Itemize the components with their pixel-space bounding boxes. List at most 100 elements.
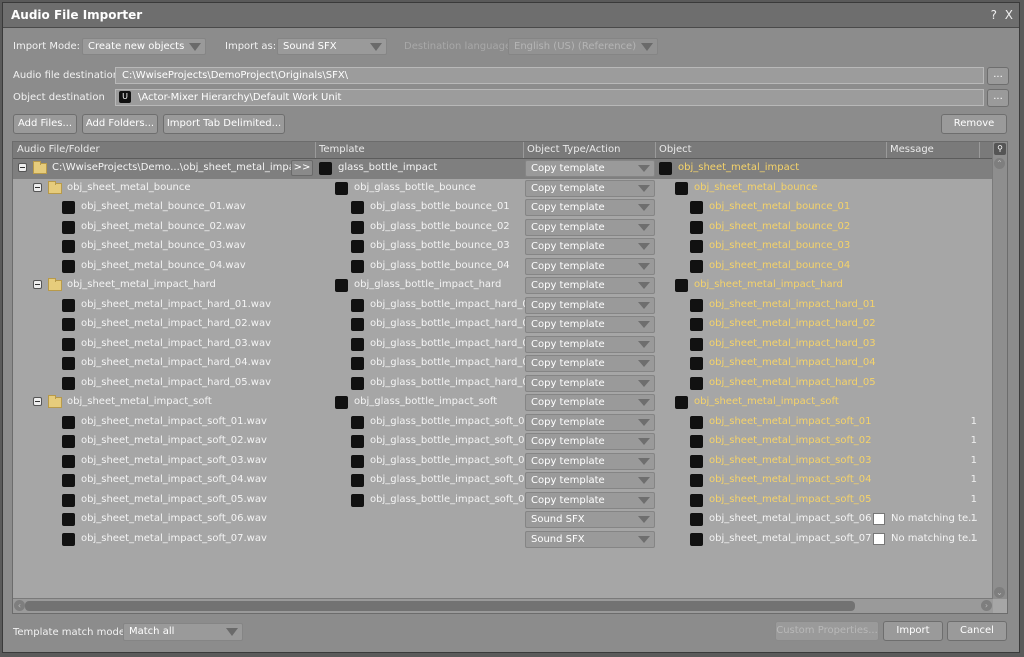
object-type-select[interactable]: Copy template (525, 433, 655, 450)
table-row[interactable]: obj_sheet_metal_impact_hard_01.wav obj_gl… (13, 296, 993, 316)
add-files-button[interactable]: Add Files... (13, 114, 77, 134)
table-row[interactable]: obj_sheet_metal_impact_hard_05.wav obj_gl… (13, 374, 993, 394)
audio-destination-browse-button[interactable]: ... (987, 67, 1009, 85)
random-container-icon (335, 181, 348, 195)
object-type-select[interactable]: Copy template (525, 452, 655, 470)
object-type-select[interactable]: Copy template (525, 316, 655, 333)
help-button[interactable]: ? (991, 8, 997, 22)
object-type-select[interactable]: Copy template (525, 257, 655, 275)
object-destination-field[interactable]: U \Actor-Mixer Hierarchy\Default Work Un… (115, 89, 984, 106)
object-name: obj_sheet_metal_bounce_01 (709, 201, 851, 212)
object-type-value: Copy template (531, 319, 605, 330)
object-type-select[interactable]: Copy template (525, 335, 655, 353)
import-tab-delimited-button[interactable]: Import Tab Delimited... (163, 114, 285, 134)
import-as-select[interactable]: Sound SFX (277, 38, 387, 55)
template-match-mode-select[interactable]: Match all (123, 623, 243, 641)
column-header-message[interactable]: Message (890, 144, 934, 155)
scroll-right-button[interactable]: › (981, 600, 992, 611)
table-row[interactable]: obj_sheet_metal_impact_soft_07.wav Sound … (13, 530, 993, 550)
scroll-down-button[interactable]: ⌄ (994, 587, 1005, 598)
table-row[interactable]: obj_sheet_metal_bounce obj_glass_bottle_b… (13, 179, 993, 199)
object-type-select[interactable]: Copy template (525, 394, 655, 411)
vertical-scrollbar[interactable]: ⚲ ⌃ ⌄ (992, 142, 1007, 599)
object-type-select[interactable]: Copy template (525, 199, 655, 216)
scroll-left-button[interactable]: ‹ (14, 600, 25, 611)
table-row[interactable]: obj_sheet_metal_impact_hard obj_glass_bot… (13, 276, 993, 296)
message-checkbox[interactable] (873, 532, 885, 545)
object-type-select[interactable]: Sound SFX (525, 530, 655, 548)
cancel-button[interactable]: Cancel (947, 621, 1007, 641)
object-type-select[interactable]: Copy template (525, 160, 655, 177)
audio-destination-field[interactable]: C:\WwiseProjects\DemoProject\Originals\S… (115, 67, 984, 84)
scroll-up-button[interactable]: ⌃ (994, 158, 1005, 169)
object-type-select[interactable]: Copy template (525, 491, 655, 509)
horizontal-scroll-thumb[interactable] (25, 601, 855, 611)
horizontal-scrollbar[interactable]: ‹ › (13, 598, 993, 613)
table-row[interactable]: obj_sheet_metal_bounce_03.wav obj_glass_b… (13, 237, 993, 257)
template-name: obj_glass_bottle_impact_soft_02 (370, 435, 531, 446)
collapse-toggle[interactable] (33, 280, 42, 289)
table-row[interactable]: obj_sheet_metal_impact_soft obj_glass_bot… (13, 393, 993, 413)
table-row[interactable]: obj_sheet_metal_impact_soft_06.wav Sound … (13, 510, 993, 530)
object-name: obj_sheet_metal_impact_soft_05 (709, 493, 872, 505)
object-type-select[interactable]: Copy template (525, 374, 655, 392)
actor-mixer-icon (659, 162, 672, 175)
object-type-select[interactable]: Copy template (525, 277, 655, 294)
object-type-select[interactable]: Copy template (525, 179, 655, 197)
audio-file-name: C:\WwiseProjects\Demo...\obj_sheet_metal… (52, 162, 305, 173)
object-type-select[interactable]: Copy template (525, 413, 655, 431)
audio-file-name: obj_sheet_metal_impact_soft_06.wav (81, 513, 267, 524)
audio-file-name: obj_sheet_metal_impact_hard_04.wav (81, 357, 272, 368)
message-checkbox[interactable] (873, 513, 885, 525)
search-icon[interactable]: ⚲ (994, 143, 1006, 155)
column-header-object[interactable]: Object (659, 144, 692, 155)
object-type-select[interactable]: Sound SFX (525, 511, 655, 528)
table-row[interactable]: obj_sheet_metal_bounce_04.wav obj_glass_b… (13, 257, 993, 277)
chevron-down-icon (638, 379, 650, 387)
destination-language-value: English (US) (Reference) (514, 41, 637, 52)
sound-sfx-icon (690, 513, 703, 526)
table-row[interactable]: C:\WwiseProjects\Demo...\obj_sheet_metal… (13, 159, 993, 179)
audio-waveform-icon (62, 513, 75, 526)
table-row[interactable]: obj_sheet_metal_bounce_02.wav obj_glass_b… (13, 218, 993, 238)
table-row[interactable]: obj_sheet_metal_impact_soft_03.wav obj_gl… (13, 452, 993, 472)
sound-sfx-icon (351, 318, 364, 331)
object-type-select[interactable]: Copy template (525, 296, 655, 314)
audio-file-name: obj_sheet_metal_impact_hard_05.wav (81, 376, 272, 388)
table-row[interactable]: obj_sheet_metal_impact_hard_03.wav obj_gl… (13, 335, 993, 355)
audio-waveform-icon (62, 337, 75, 351)
add-folders-button[interactable]: Add Folders... (82, 114, 158, 134)
import-mode-select[interactable]: Create new objects (82, 38, 206, 55)
table-row[interactable]: obj_sheet_metal_impact_soft_04.wav obj_gl… (13, 471, 993, 491)
column-header-audio-file[interactable]: Audio File/Folder (17, 144, 100, 155)
collapse-toggle[interactable] (18, 163, 27, 172)
object-type-value: Copy template (531, 260, 605, 272)
object-type-select[interactable]: Copy template (525, 355, 655, 372)
column-header-template[interactable]: Template (319, 144, 365, 155)
collapse-toggle[interactable] (33, 397, 42, 406)
object-destination-browse-button[interactable]: ... (987, 89, 1009, 107)
import-button[interactable]: Import (883, 621, 943, 641)
table-row[interactable]: obj_sheet_metal_impact_hard_02.wav obj_gl… (13, 315, 993, 335)
table-row[interactable]: obj_sheet_metal_impact_soft_05.wav obj_gl… (13, 491, 993, 511)
chevron-down-icon (638, 243, 650, 250)
expand-template-button[interactable]: >> (291, 160, 313, 176)
object-type-select[interactable]: Copy template (525, 472, 655, 489)
object-type-select[interactable]: Copy template (525, 218, 655, 236)
folder-icon (33, 161, 47, 174)
table-row[interactable]: obj_sheet_metal_impact_hard_04.wav obj_gl… (13, 354, 993, 374)
truncated-column-value: 1 (970, 493, 977, 505)
collapse-toggle[interactable] (33, 182, 42, 192)
object-type-value: Copy template (531, 202, 605, 213)
sound-sfx-icon (690, 435, 703, 448)
close-button[interactable]: X (1005, 8, 1013, 22)
object-type-select[interactable]: Copy template (525, 238, 655, 255)
custom-properties-button[interactable]: Custom Properties... (775, 621, 879, 641)
destination-language-select[interactable]: English (US) (Reference) (508, 38, 658, 55)
table-row[interactable]: obj_sheet_metal_bounce_01.wav obj_glass_b… (13, 198, 993, 218)
column-header-object-type[interactable]: Object Type/Action (527, 144, 620, 155)
table-row[interactable]: obj_sheet_metal_impact_soft_02.wav obj_gl… (13, 432, 993, 452)
sound-sfx-icon (351, 493, 364, 507)
table-row[interactable]: obj_sheet_metal_impact_soft_01.wav obj_gl… (13, 413, 993, 433)
remove-button[interactable]: Remove (941, 114, 1007, 134)
